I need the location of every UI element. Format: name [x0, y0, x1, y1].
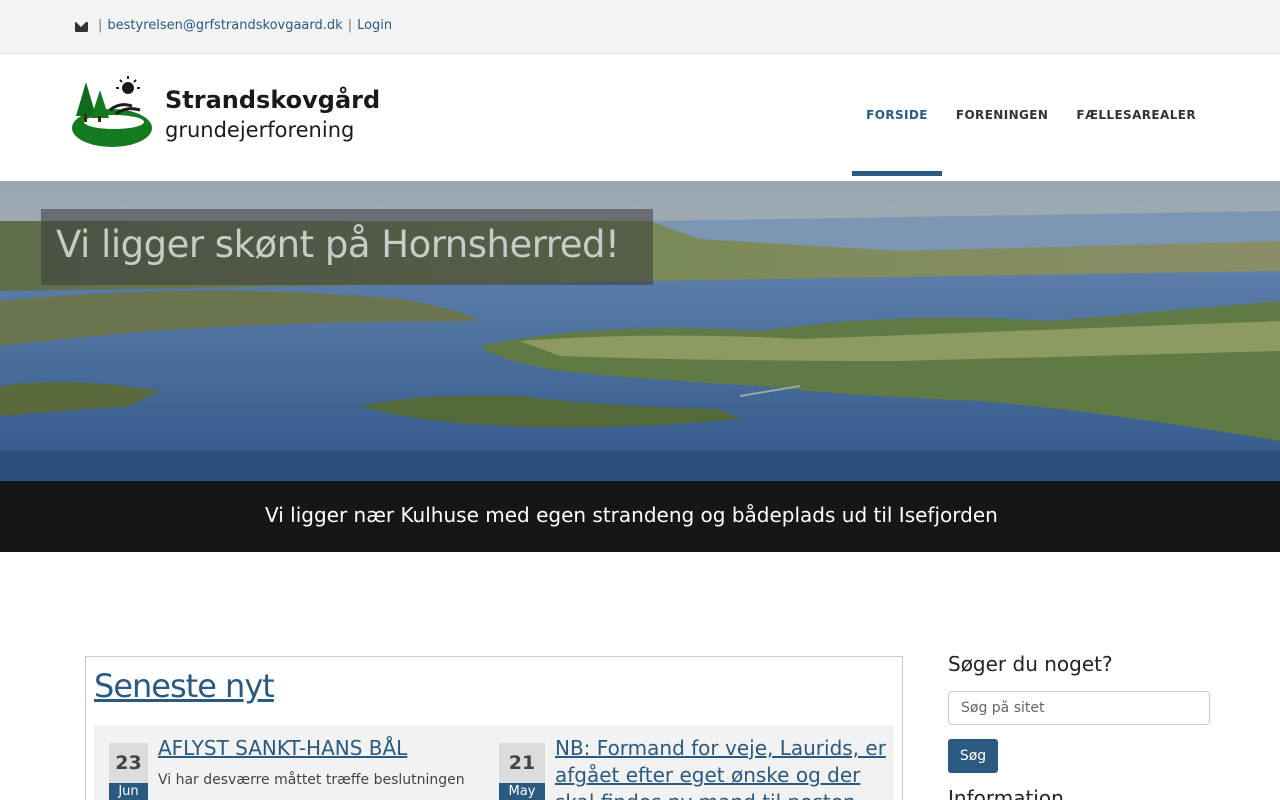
top-bar: | bestyrelsen@grfstrandskovgaard.dk | Lo…	[0, 0, 1280, 54]
news-list: 23 Jun AFLYST SANKT-HANS BÅL Vi har desv…	[94, 725, 894, 800]
login-link[interactable]: Login	[357, 18, 392, 33]
envelope-icon	[75, 21, 88, 32]
search-heading: Søger du noget?	[948, 652, 1113, 676]
news-date: 21 May	[499, 743, 545, 800]
nav-item-foreningen[interactable]: FORENINGEN	[942, 54, 1062, 176]
logo-subtitle: grundejerforening	[165, 118, 355, 142]
news-date-month: May	[499, 783, 545, 800]
hero-caption: Vi ligger nær Kulhuse med egen strandeng…	[265, 503, 998, 527]
main-nav: FORSIDE FORENINGEN FÆLLESAREALER	[852, 54, 1210, 176]
logo-title: Strandskovgård	[165, 86, 381, 114]
logo-emblem-icon	[72, 76, 152, 147]
email-link[interactable]: bestyrelsen@grfstrandskovgaard.dk	[107, 18, 342, 33]
news-item-title-line: NB: Formand for veje, Laurids, er	[555, 736, 886, 760]
nav-item-forside[interactable]: FORSIDE	[852, 54, 942, 176]
site-logo[interactable]: Strandskovgård grundejerforening	[70, 76, 380, 150]
news-item-excerpt: Vi har desværre måttet træffe beslutning…	[158, 772, 465, 788]
news-item-title[interactable]: AFLYST SANKT-HANS BÅL	[158, 735, 407, 762]
hero-banner: Vi ligger skønt på Hornsherred!	[0, 181, 1280, 481]
news-date-day: 21	[499, 743, 545, 783]
search-button[interactable]: Søg	[948, 739, 998, 773]
news-date: 23 Jun	[109, 743, 148, 800]
separator: |	[98, 18, 103, 33]
news-title-link[interactable]: Seneste nyt	[94, 667, 275, 705]
latest-news-panel: Seneste nyt 23 Jun AFLYST SANKT-HANS BÅL…	[85, 656, 903, 800]
news-item-title[interactable]: NB: Formand for veje, Laurids, er afgået…	[555, 735, 886, 800]
contact-line: | bestyrelsen@grfstrandskovgaard.dk | Lo…	[75, 18, 392, 33]
separator: |	[347, 18, 353, 33]
nav-item-faellesarealer[interactable]: FÆLLESAREALER	[1062, 54, 1210, 176]
information-heading: Information	[948, 786, 1064, 800]
news-item-title-line: afgået efter eget ønske og der	[555, 763, 861, 787]
site-header: Strandskovgård grundejerforening FORSIDE…	[0, 54, 1280, 181]
news-item-title-line: skal findes ny mand til posten	[555, 789, 885, 800]
hero-title: Vi ligger skønt på Hornsherred!	[56, 223, 620, 266]
search-input[interactable]	[948, 691, 1210, 725]
news-date-month: Jun	[109, 783, 148, 800]
news-date-day: 23	[109, 743, 148, 783]
hero-caption-bar: Vi ligger nær Kulhuse med egen strandeng…	[0, 481, 1280, 552]
